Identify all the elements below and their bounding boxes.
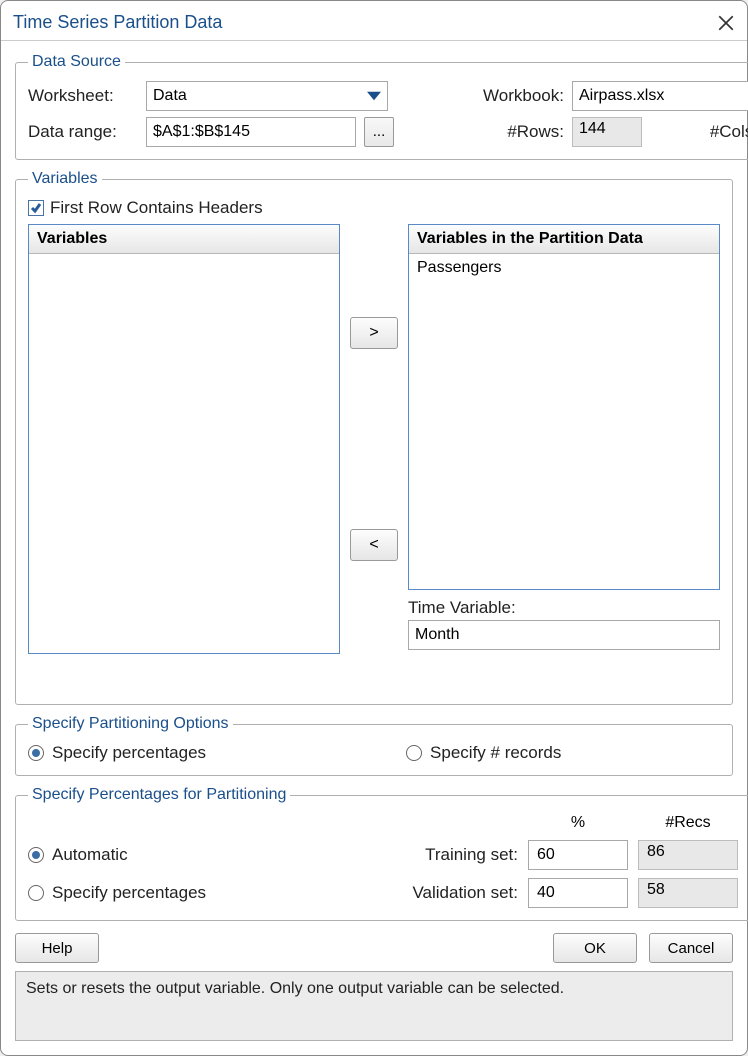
automatic-radio[interactable] <box>28 847 44 863</box>
partitioning-options-group: Specify Partitioning Options Specify per… <box>15 715 733 776</box>
first-row-label: First Row Contains Headers <box>50 198 263 218</box>
time-variable-label: Time Variable: <box>408 598 516 617</box>
recs-header: #Recs <box>638 814 738 832</box>
partition-variables-list[interactable]: Variables in the Partition Data Passenge… <box>408 224 720 590</box>
cols-label: #Cols: <box>698 122 748 142</box>
specify-pct-label: Specify percentages <box>52 883 206 903</box>
specify-pct-radio[interactable] <box>28 885 44 901</box>
chevron-down-icon <box>367 89 381 103</box>
list-item[interactable]: Passengers <box>409 254 719 282</box>
available-variables-list[interactable]: Variables <box>28 224 340 654</box>
partition-variables-header: Variables in the Partition Data <box>409 225 719 254</box>
variables-group: Variables First Row Contains Headers Var… <box>15 170 733 705</box>
partitioning-options-legend: Specify Partitioning Options <box>28 715 233 733</box>
rows-value: 144 <box>572 117 642 147</box>
titlebar: Time Series Partition Data <box>1 1 747 41</box>
training-recs-value: 86 <box>638 840 738 870</box>
dialog-window: Time Series Partition Data Data Source W… <box>0 0 748 1056</box>
specify-records-radio[interactable] <box>406 745 422 761</box>
workbook-label: Workbook: <box>464 86 564 106</box>
data-range-label: Data range: <box>28 122 138 142</box>
worksheet-combo[interactable]: Data <box>146 81 388 111</box>
workbook-combo[interactable]: Airpass.xlsx <box>572 81 748 111</box>
move-left-button[interactable]: < <box>350 529 398 561</box>
specify-percentages-radio[interactable] <box>28 745 44 761</box>
specify-records-label: Specify # records <box>430 743 561 763</box>
percentages-legend: Specify Percentages for Partitioning <box>28 786 290 804</box>
ok-button[interactable]: OK <box>553 933 637 963</box>
move-right-button[interactable]: > <box>350 317 398 349</box>
validation-recs-value: 58 <box>638 878 738 908</box>
data-source-group: Data Source Worksheet: Data Workbook: Ai… <box>15 53 748 160</box>
worksheet-value: Data <box>153 87 187 105</box>
data-range-picker-button[interactable]: ... <box>364 117 394 147</box>
validation-label: Validation set: <box>398 883 518 903</box>
worksheet-label: Worksheet: <box>28 86 138 106</box>
check-icon <box>30 202 42 214</box>
validation-percent-input[interactable] <box>528 878 628 908</box>
close-icon[interactable] <box>717 14 735 32</box>
training-label: Training set: <box>398 845 518 865</box>
window-title: Time Series Partition Data <box>13 12 222 33</box>
percentages-group: Specify Percentages for Partitioning % #… <box>15 786 748 921</box>
cancel-button[interactable]: Cancel <box>649 933 733 963</box>
workbook-value: Airpass.xlsx <box>579 87 664 105</box>
variables-legend: Variables <box>28 170 102 188</box>
automatic-label: Automatic <box>52 845 128 865</box>
data-range-input[interactable] <box>146 117 356 147</box>
status-bar: Sets or resets the output variable. Only… <box>15 971 733 1041</box>
available-variables-header: Variables <box>29 225 339 254</box>
first-row-checkbox[interactable] <box>28 200 44 216</box>
time-variable-input[interactable] <box>408 620 720 650</box>
help-button[interactable]: Help <box>15 933 99 963</box>
data-source-legend: Data Source <box>28 53 125 71</box>
percent-header: % <box>528 814 628 832</box>
rows-label: #Rows: <box>464 122 564 142</box>
training-percent-input[interactable] <box>528 840 628 870</box>
specify-percentages-label: Specify percentages <box>52 743 206 763</box>
